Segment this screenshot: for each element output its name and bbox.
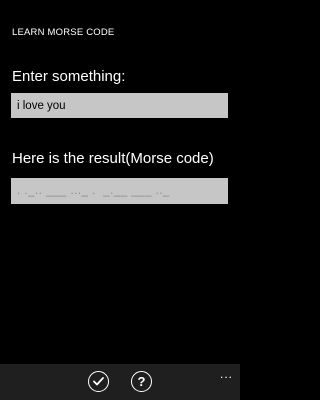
check-button[interactable] <box>88 371 109 392</box>
app-title: LEARN MORSE CODE <box>12 27 115 38</box>
text-input[interactable] <box>11 93 228 118</box>
morse-result-field[interactable] <box>11 178 228 204</box>
help-icon: ? <box>137 374 146 389</box>
check-icon <box>93 377 104 386</box>
application-bar: ? ... <box>0 364 240 400</box>
more-options-button[interactable]: ... <box>220 368 233 380</box>
input-label: Enter something: <box>12 68 126 85</box>
help-button[interactable]: ? <box>131 371 152 392</box>
result-label: Here is the result(Morse code) <box>12 150 214 167</box>
